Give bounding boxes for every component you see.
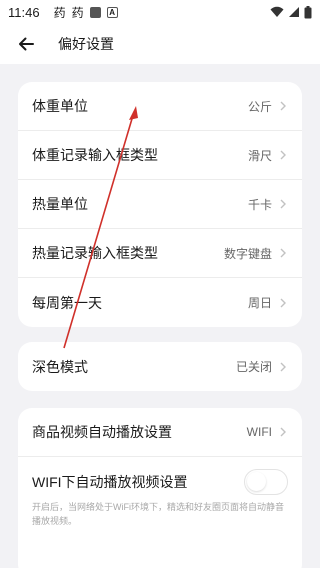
dark-mode-card: 深色模式 已关闭 — [18, 342, 302, 391]
status-right — [270, 5, 312, 19]
back-button[interactable] — [6, 24, 46, 64]
weight-input-type-row[interactable]: 体重记录输入框类型 滑尺 — [18, 131, 302, 180]
row-label: 商品视频自动播放设置 — [32, 424, 172, 440]
weight-unit-row[interactable]: 体重单位 公斤 — [18, 82, 302, 131]
row-value: 周日 — [247, 296, 272, 310]
notification-square-icon — [89, 6, 101, 18]
row-label: 每周第一天 — [32, 294, 102, 311]
wifi-autoplay-hint: 开启后，当网络处于WiFi环境下，精选和好友圈页面将自动静音播放视频。 — [32, 502, 284, 526]
chevron-right-icon — [280, 361, 288, 373]
row-value: 数字键盘 — [223, 246, 272, 261]
row-label: 热量记录输入框类型 — [32, 245, 158, 261]
status-left: 11:46 药 药 A — [8, 4, 118, 21]
row-value: 滑尺 — [247, 148, 272, 163]
app-notification-icon: 药 — [71, 5, 84, 20]
screen: 11:46 药 药 A 偏好设置 体重单位 公斤 体重记录输入框类型 滑尺 热量… — [0, 0, 320, 568]
battery-icon — [304, 5, 312, 18]
video-autoplay-row[interactable]: 商品视频自动播放设置 WIFI — [18, 408, 302, 457]
app-notification-icon: 药 — [53, 5, 66, 20]
row-value: 公斤 — [247, 99, 272, 114]
row-label: WIFI下自动播放视频设置 — [32, 473, 188, 490]
row-label: 热量单位 — [32, 196, 88, 212]
chevron-right-icon — [280, 426, 288, 438]
chevron-right-icon — [280, 297, 288, 309]
row-label: 体重单位 — [32, 98, 88, 114]
status-time: 11:46 — [8, 4, 40, 20]
row-value: 千卡 — [247, 197, 272, 212]
row-label: 深色模式 — [32, 358, 88, 375]
notification-a-icon: A — [106, 6, 118, 18]
arrow-left-icon — [19, 37, 34, 51]
row-value: WIFI — [246, 425, 272, 439]
chevron-right-icon — [280, 149, 288, 161]
header: 偏好设置 — [0, 24, 320, 64]
row-label: 体重记录输入框类型 — [32, 147, 158, 163]
chevron-right-icon — [280, 100, 288, 112]
first-day-of-week-row[interactable]: 每周第一天 周日 — [18, 278, 302, 327]
units-settings-card: 体重单位 公斤 体重记录输入框类型 滑尺 热量单位 千卡 热量记录输入框类型 数… — [18, 82, 302, 327]
video-settings-card: 商品视频自动播放设置 WIFI WIFI下自动播放视频设置 开启后，当网络处于W… — [18, 408, 302, 568]
page-title: 偏好设置 — [58, 36, 114, 52]
chevron-right-icon — [280, 247, 288, 259]
calorie-unit-row[interactable]: 热量单位 千卡 — [18, 180, 302, 229]
toggle-knob — [247, 471, 266, 491]
status-bar: 11:46 药 药 A — [0, 0, 320, 24]
wifi-autoplay-row: WIFI下自动播放视频设置 — [18, 457, 302, 506]
calorie-input-type-row[interactable]: 热量记录输入框类型 数字键盘 — [18, 229, 302, 278]
wifi-icon — [270, 6, 284, 17]
row-value: 已关闭 — [235, 360, 272, 374]
chevron-right-icon — [280, 198, 288, 210]
signal-icon — [289, 7, 299, 17]
dark-mode-row[interactable]: 深色模式 已关闭 — [18, 342, 302, 391]
wifi-autoplay-toggle[interactable] — [244, 468, 288, 495]
